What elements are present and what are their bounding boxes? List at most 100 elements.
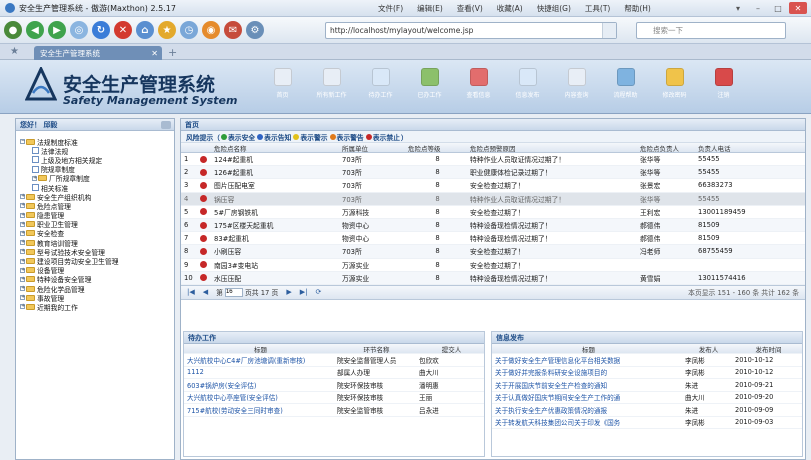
- panel-row[interactable]: 大兴航校中心C4#厂房池塘调(重新审核) 院安全监督管理人员 包欣欢: [184, 354, 484, 367]
- table-row[interactable]: 9 南园3#变电站 万源实业 8 安全检查过期了！: [181, 259, 805, 272]
- mail-icon[interactable]: ✉: [224, 21, 242, 39]
- column-header[interactable]: 危险点等级: [405, 143, 467, 153]
- nav-item[interactable]: 信息发布: [503, 64, 552, 99]
- cell-title[interactable]: 715#航校(劳动安全三同时审查): [184, 404, 334, 416]
- page-number-input[interactable]: [224, 287, 243, 297]
- expand-icon[interactable]: +: [20, 203, 25, 209]
- expand-icon[interactable]: +: [20, 258, 25, 264]
- table-row[interactable]: 8 小刷压容 703所 8 安全检查过期了！ 冯老师 68755459: [181, 245, 805, 259]
- expand-icon[interactable]: +: [32, 175, 37, 181]
- column-header[interactable]: 危险点名称: [211, 143, 339, 153]
- last-page-button[interactable]: ▶|: [300, 288, 308, 296]
- column-header[interactable]: 所属单位: [339, 143, 405, 153]
- panel-row[interactable]: 关于认真做好国庆节期间安全生产工作的通 曲大川 2010-09-20: [492, 392, 802, 404]
- cell-title[interactable]: 关于开展国庆节前安全生产检查的通知: [492, 379, 682, 391]
- user-icon[interactable]: ●: [4, 21, 22, 39]
- expand-icon[interactable]: +: [20, 267, 25, 273]
- nav-item[interactable]: 查看信息: [454, 64, 503, 99]
- stop-icon[interactable]: ✕: [114, 21, 132, 39]
- collapse-icon[interactable]: −: [20, 139, 25, 145]
- cell-title[interactable]: 603#锅炉房(安全评估): [184, 379, 334, 391]
- tools-icon[interactable]: ⚙: [246, 21, 264, 39]
- tree-item[interactable]: − 法规制度标准: [16, 137, 174, 147]
- column-header[interactable]: 负责人电话: [695, 143, 805, 153]
- expand-icon[interactable]: +: [20, 212, 25, 218]
- home-icon[interactable]: ⌂: [136, 21, 154, 39]
- column-header[interactable]: 危险点负责人: [637, 143, 695, 153]
- expand-icon[interactable]: +: [20, 221, 25, 227]
- menu-file[interactable]: 文件(F): [378, 3, 403, 14]
- favorite-star-icon[interactable]: ★: [10, 46, 19, 57]
- back-arrow-icon[interactable]: ◀: [26, 21, 44, 39]
- table-row[interactable]: 10 水压压配 万源实业 8 特种设备现检情况过期了！ 黄雪娟 13011574416: [181, 271, 805, 285]
- table-row[interactable]: 7 83#起重机 物资中心 8 特种设备现检情况过期了！ 郝德伟 81509: [181, 232, 805, 246]
- panel-row[interactable]: 关于做好并完报条料研安全设施项目的 李凤彬 2010-10-12: [492, 367, 802, 379]
- menu-edit[interactable]: 编辑(E): [417, 3, 443, 14]
- menu-help[interactable]: 帮助(H): [624, 3, 651, 14]
- cell-title[interactable]: 关于认真做好国庆节期间安全生产工作的通: [492, 392, 682, 404]
- nav-item[interactable]: 注销: [699, 64, 748, 99]
- menu-view[interactable]: 查看(V): [457, 3, 483, 14]
- tree-item[interactable]: + 近期我的工作: [16, 302, 174, 312]
- rss-icon[interactable]: ◉: [202, 21, 220, 39]
- menu-tools[interactable]: 工具(T): [585, 3, 610, 14]
- new-tab-button[interactable]: +: [168, 46, 177, 59]
- favorites-icon[interactable]: ★: [158, 21, 176, 39]
- panel-row[interactable]: 关于开展国庆节前安全生产检查的通知 朱进 2010-09-21: [492, 379, 802, 392]
- nav-item[interactable]: 已办工作: [405, 64, 454, 99]
- panel-row[interactable]: 603#锅炉房(安全评估) 院安环保技审核 潘明惠: [184, 379, 484, 392]
- nav-item[interactable]: 内容查询: [552, 64, 601, 99]
- cell-title[interactable]: 关于做好安全生产管理信息化平台相关数据: [492, 354, 682, 366]
- expand-icon[interactable]: +: [20, 295, 25, 301]
- expand-icon[interactable]: +: [20, 286, 25, 292]
- expand-icon[interactable]: +: [20, 230, 25, 236]
- address-bar[interactable]: http://localhost/mylayout/welcome.jsp: [325, 22, 617, 39]
- expand-icon[interactable]: +: [20, 249, 25, 255]
- tab-close-icon[interactable]: ✕: [151, 49, 158, 58]
- cell-title[interactable]: 1112: [184, 367, 334, 379]
- nav-item[interactable]: 流程帮助: [601, 64, 650, 99]
- cell-title[interactable]: 大兴航校中心C4#厂房池塘调(重新审核): [184, 354, 334, 366]
- menu-groups[interactable]: 快捷组(G): [537, 3, 571, 14]
- forward-dropdown-icon[interactable]: ◎: [70, 21, 88, 39]
- expand-icon[interactable]: +: [20, 194, 25, 200]
- panel-row[interactable]: 大兴航校中心亭座管(安全评估) 院安环保技审核 王丽: [184, 392, 484, 404]
- nav-item[interactable]: 首页: [258, 64, 307, 99]
- tree-item[interactable]: 上级及地方相关规定: [16, 155, 174, 165]
- panel-row[interactable]: 关于转发航天科技集团公司关于印发《国务 李凤彬 2010-09-03: [492, 417, 802, 429]
- cell-title[interactable]: 关于做好并完报条料研安全设施项目的: [492, 367, 682, 379]
- window-dropdown-button[interactable]: ▾: [729, 2, 747, 14]
- cell-title[interactable]: 关于执行安全生产优惠政策情况的通报: [492, 404, 682, 416]
- expand-icon[interactable]: +: [20, 240, 25, 246]
- table-row[interactable]: 2 126#起重机 703所 8 职业健康体检记录过期了！ 张华等 55455: [181, 166, 805, 180]
- panel-row[interactable]: 715#航校(劳动安全三同时审查) 院安全监管审核 吕永进: [184, 404, 484, 417]
- close-window-button[interactable]: ✕: [789, 2, 807, 14]
- column-header[interactable]: [197, 143, 211, 152]
- nav-item[interactable]: 待办工作: [356, 64, 405, 99]
- nav-item[interactable]: 修改密码: [650, 64, 699, 99]
- tab-safety-system[interactable]: 安全生产管理系统 ✕: [34, 46, 162, 60]
- table-row[interactable]: 5 5#厂房钢铁机 万源科技 8 安全检查过期了！ 王利宏 13001189459: [181, 206, 805, 219]
- search-box[interactable]: 搜索一下: [636, 22, 786, 39]
- table-row[interactable]: 1 124#起重机 703所 8 特种作业人员取证情况过期了！ 张华等 55455: [181, 153, 805, 167]
- cell-title[interactable]: 大兴航校中心亭座管(安全评估): [184, 392, 334, 404]
- column-header[interactable]: [181, 143, 197, 152]
- history-icon[interactable]: ◷: [180, 21, 198, 39]
- menu-favorites[interactable]: 收藏(A): [497, 3, 523, 14]
- panel-row[interactable]: 关于做好安全生产管理信息化平台相关数据 李凤彬 2010-10-12: [492, 354, 802, 367]
- expand-icon[interactable]: +: [20, 276, 25, 282]
- table-row[interactable]: 3 图片压配电室 703所 8 安全检查过期了！ 张景宏 66383273: [181, 179, 805, 193]
- tree-item[interactable]: 院规章制度: [16, 165, 174, 174]
- first-page-button[interactable]: |◀: [187, 288, 195, 296]
- collapse-sidebar-button[interactable]: [161, 120, 171, 129]
- table-row[interactable]: 4 锅压容 703所 8 特种作业人员取证情况过期了！ 张华等 55455: [181, 192, 805, 206]
- tree-item[interactable]: + 厂所规章制度: [16, 174, 174, 183]
- panel-row[interactable]: 1112 部属人办理 曲大川: [184, 367, 484, 379]
- panel-row[interactable]: 关于执行安全生产优惠政策情况的通报 朱进 2010-09-09: [492, 404, 802, 417]
- minimize-button[interactable]: –: [749, 2, 767, 14]
- nav-item[interactable]: 所有新工作: [307, 64, 356, 99]
- expand-icon[interactable]: +: [20, 304, 25, 310]
- forward-arrow-icon[interactable]: ▶: [48, 21, 66, 39]
- refresh-icon[interactable]: ↻: [92, 21, 110, 39]
- next-page-button[interactable]: ▶: [286, 288, 291, 296]
